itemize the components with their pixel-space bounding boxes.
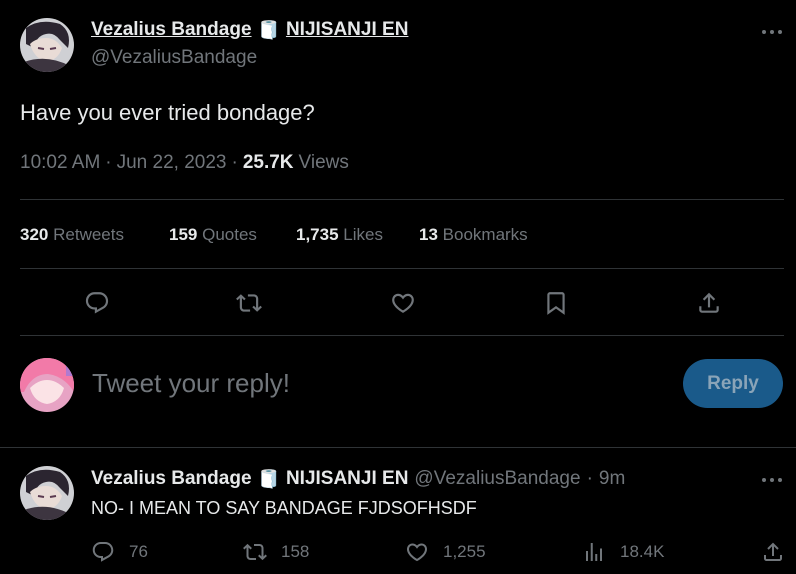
- author-avatar[interactable]: [20, 18, 74, 72]
- tweet-stats: 320 Retweets 159 Quotes 1,735 Likes 13 B…: [20, 225, 528, 245]
- like-count: 1,255: [443, 542, 486, 561]
- toilet-paper-emoji: 🧻: [257, 468, 280, 489]
- reply-author-name[interactable]: Vezalius Bandage: [91, 468, 252, 490]
- reply-header: Vezalius Bandage 🧻 NIJISANJI EN @Vezaliu…: [91, 468, 626, 490]
- views-count: 18.4K: [620, 542, 665, 561]
- tweet-time[interactable]: 10:02 AM: [20, 152, 100, 174]
- toilet-paper-emoji: 🧻: [257, 19, 280, 40]
- share-icon[interactable]: [694, 288, 724, 318]
- reply-action-retweets[interactable]: 158: [243, 540, 309, 564]
- more-options-icon[interactable]: [758, 22, 786, 42]
- divider: [20, 199, 784, 200]
- reply-icon: [91, 540, 115, 564]
- stat-quotes[interactable]: 159 Quotes: [169, 225, 296, 245]
- stat-bookmarks[interactable]: 13 Bookmarks: [419, 225, 528, 245]
- reply-author-org[interactable]: NIJISANJI EN: [286, 468, 408, 490]
- retweet-count: 158: [281, 542, 310, 561]
- retweet-icon: [243, 540, 267, 564]
- author-handle[interactable]: @VezaliusBandage: [91, 47, 257, 69]
- reply-button[interactable]: Reply: [683, 359, 783, 408]
- author-org[interactable]: NIJISANJI EN: [286, 19, 408, 41]
- reply-author-avatar[interactable]: [20, 466, 74, 520]
- stat-likes[interactable]: 1,735 Likes: [296, 225, 419, 245]
- author-name[interactable]: Vezalius Bandage: [91, 19, 252, 41]
- like-heart-icon[interactable]: [388, 288, 418, 318]
- views-label: Views: [298, 152, 349, 173]
- reply-count: 76: [129, 542, 148, 561]
- stat-retweets[interactable]: 320 Retweets: [20, 225, 169, 245]
- reply-action-replies[interactable]: 76: [91, 540, 148, 564]
- reply-text: NO- I MEAN TO SAY BANDAGE FJDSOFHSDF: [91, 498, 477, 518]
- reply-author-handle[interactable]: @VezaliusBandage: [414, 468, 580, 490]
- reply-action-likes[interactable]: 1,255: [405, 540, 486, 564]
- tweet-text: Have you ever tried bondage?: [20, 100, 315, 125]
- reply-action-views[interactable]: 18.4K: [582, 540, 664, 564]
- views-count: 25.7K: [242, 152, 294, 173]
- reply-more-options-icon[interactable]: [758, 470, 786, 490]
- tweet-date[interactable]: Jun 22, 2023: [117, 152, 227, 174]
- reply-share-icon[interactable]: [760, 540, 786, 564]
- current-user-avatar[interactable]: [20, 358, 74, 412]
- reply-age[interactable]: 9m: [599, 468, 625, 490]
- retweet-icon[interactable]: [234, 288, 264, 318]
- analytics-bars-icon: [582, 540, 606, 564]
- reply-icon[interactable]: [82, 288, 112, 318]
- like-heart-icon: [405, 540, 429, 564]
- divider: [0, 447, 796, 448]
- bookmark-icon[interactable]: [541, 288, 571, 318]
- divider: [20, 268, 784, 269]
- reply-input[interactable]: Tweet your reply!: [92, 368, 290, 399]
- divider: [20, 335, 784, 336]
- tweet-meta: 10:02 AM · Jun 22, 2023 · 25.7K Views: [20, 152, 349, 174]
